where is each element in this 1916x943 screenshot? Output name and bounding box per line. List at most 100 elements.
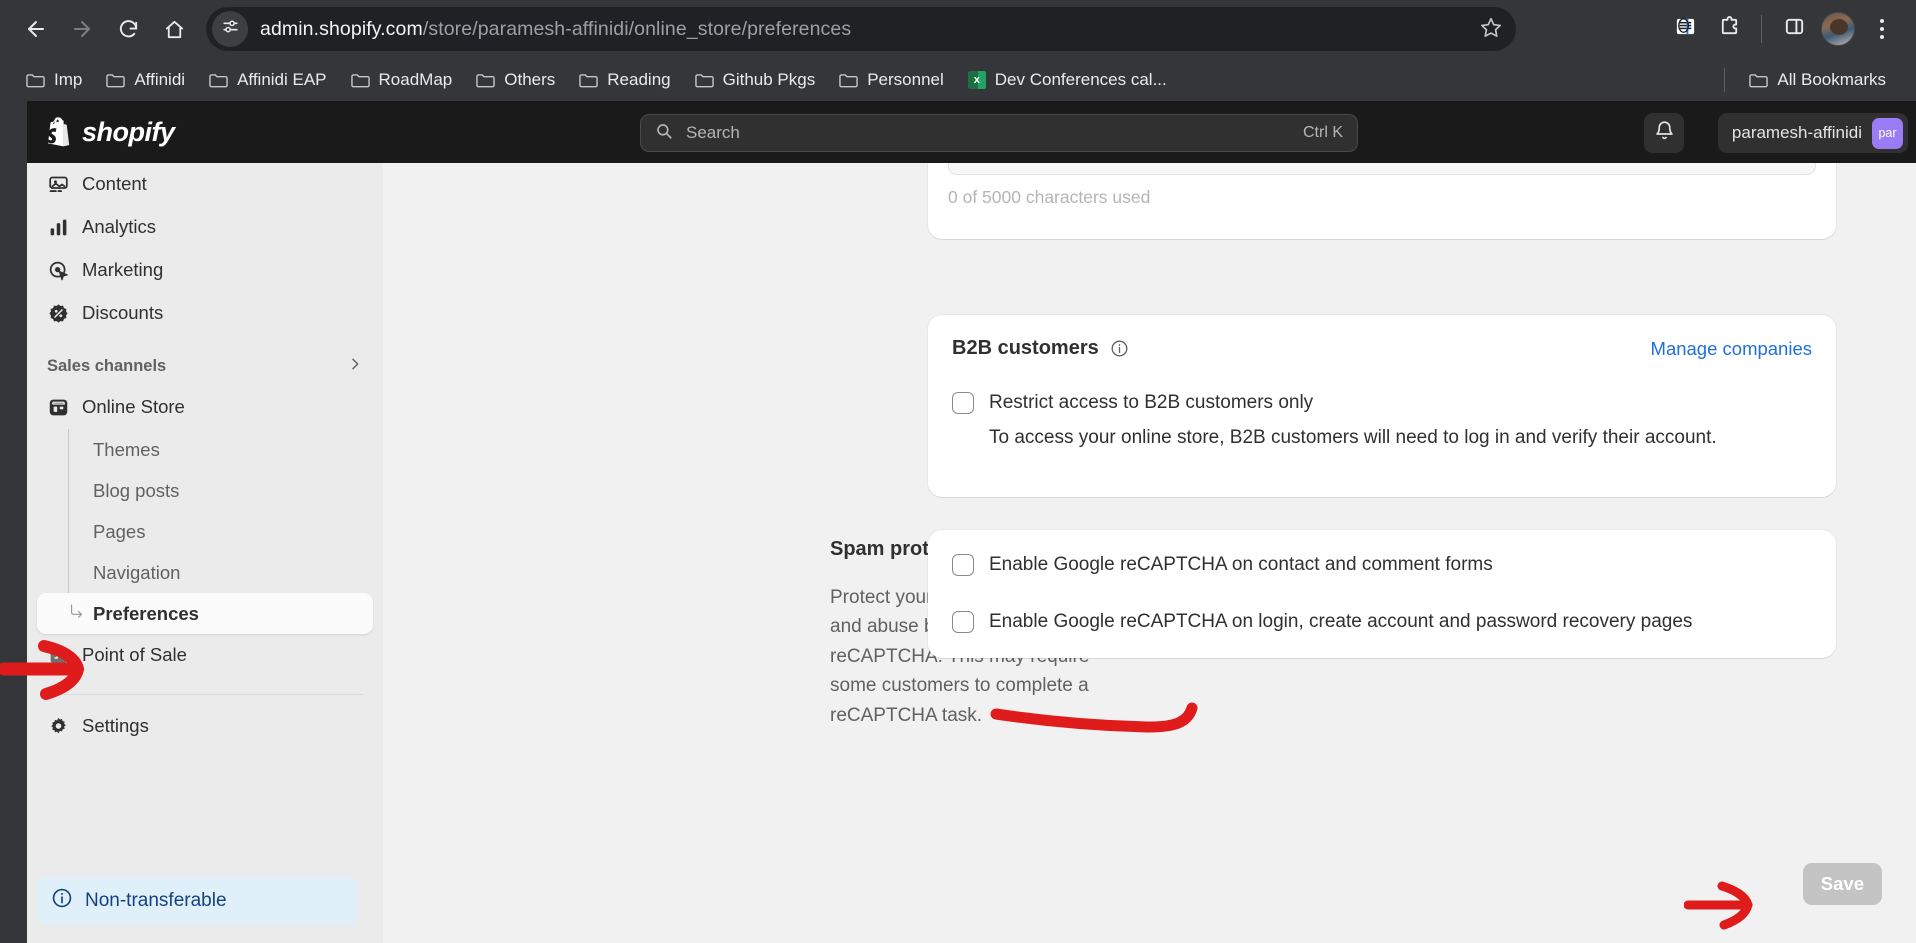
sidebar-item-label: Themes	[93, 438, 160, 460]
sidebar-item-themes[interactable]: Themes	[37, 429, 373, 470]
sidebar-item-label: Marketing	[82, 259, 164, 280]
sidebar-item-label: Pages	[93, 520, 146, 542]
arrow-left-icon	[24, 17, 48, 41]
bookmark-label: Affinidi EAP	[237, 69, 327, 89]
character-counter: 0 of 5000 characters used	[948, 187, 1151, 207]
forward-button[interactable]	[60, 7, 104, 51]
sidebar-item-pages[interactable]: Pages	[37, 511, 373, 552]
info-circle-icon[interactable]	[1110, 339, 1129, 358]
subnav-guide-line	[68, 429, 69, 616]
store-description-card: 0 of 5000 characters used	[928, 163, 1836, 239]
sidebar-item-label: Preferences	[93, 602, 199, 624]
address-bar[interactable]: admin.shopify.com/store/paramesh-affinid…	[206, 7, 1516, 51]
sidebar-section-label: Sales channels	[47, 356, 167, 375]
bookmarks-bar: Imp Affinidi Affinidi EAP RoadMap Others…	[0, 58, 1916, 101]
sidebar-item-discounts[interactable]: Discounts	[37, 292, 373, 334]
browser-toolbar: admin.shopify.com/store/paramesh-affinid…	[0, 0, 1916, 58]
sidebar-item-preferences[interactable]: Preferences	[37, 593, 373, 634]
sidebar-item-online-store[interactable]: Online Store	[37, 386, 373, 428]
site-settings-button[interactable]	[212, 11, 248, 47]
bookmark-label: Personnel	[867, 69, 944, 89]
bookmark-item[interactable]: Others	[466, 65, 565, 95]
sidebar-item-label: Point of Sale	[82, 644, 187, 665]
recaptcha-forms-row: Enable Google reCAPTCHA on contact and c…	[952, 552, 1812, 578]
folder-icon	[350, 72, 370, 88]
toolbar-right-group	[1665, 9, 1902, 49]
all-bookmarks-button[interactable]: All Bookmarks	[1739, 65, 1896, 95]
sidebar-item-marketing[interactable]: Marketing	[37, 249, 373, 291]
side-panel-button[interactable]	[1774, 9, 1814, 49]
spam-protection-card: Enable Google reCAPTCHA on contact and c…	[928, 530, 1836, 658]
search-placeholder: Search	[686, 123, 740, 142]
folder-icon	[26, 72, 45, 88]
kebab-menu-button[interactable]	[1862, 9, 1902, 49]
sidebar-item-label: Discounts	[82, 302, 164, 323]
folder-icon	[476, 72, 496, 88]
b2b-customers-card: B2B customers Manage companies Restrict …	[928, 315, 1836, 497]
profile-button[interactable]	[1818, 9, 1858, 49]
folder-icon	[694, 72, 714, 88]
side-panel-icon	[1783, 15, 1806, 43]
shopify-wordmark: shopify	[82, 116, 175, 147]
bookmark-item[interactable]: Affinidi	[96, 65, 195, 95]
status-badge[interactable]: Non-transferable	[37, 877, 357, 925]
reading-list-button[interactable]	[1665, 9, 1705, 49]
notifications-button[interactable]	[1644, 113, 1684, 153]
restrict-b2b-helper: To access your online store, B2B custome…	[989, 426, 1717, 448]
restrict-b2b-label: Restrict access to B2B customers only	[989, 392, 1314, 413]
sidebar-item-navigation[interactable]: Navigation	[37, 552, 373, 593]
description-textarea[interactable]	[948, 163, 1816, 175]
sidebar-section-sales-channels[interactable]: Sales channels	[37, 346, 373, 386]
url-domain: admin.shopify.com	[260, 17, 423, 40]
toolbar-divider	[1761, 15, 1762, 43]
search-icon	[655, 122, 673, 145]
sidebar-item-content[interactable]: Content	[37, 163, 373, 205]
sidebar-item-label: Online Store	[82, 396, 185, 417]
bookmarks-divider	[1724, 67, 1726, 92]
back-button[interactable]	[14, 7, 58, 51]
account-menu-button[interactable]: paramesh-affinidi par	[1717, 113, 1908, 153]
folder-icon	[579, 72, 599, 88]
extensions-button[interactable]	[1709, 9, 1749, 49]
save-button[interactable]: Save	[1802, 863, 1882, 905]
star-icon	[1480, 16, 1502, 43]
url-path: /store/paramesh-affinidi/online_store/pr…	[422, 17, 852, 40]
search-input[interactable]: Search Ctrl K	[640, 114, 1358, 152]
recaptcha-contact-forms-checkbox[interactable]	[952, 554, 974, 576]
bookmark-item[interactable]: Github Pkgs	[685, 65, 826, 95]
bookmark-label: Github Pkgs	[722, 69, 816, 89]
bookmark-label: Imp	[54, 69, 83, 89]
shopify-logo[interactable]: shopify	[43, 116, 175, 149]
recaptcha-login-checkbox[interactable]	[952, 610, 974, 633]
search-shortcut: Ctrl K	[1303, 124, 1343, 141]
bookmark-item[interactable]: Reading	[569, 65, 680, 95]
recaptcha-contact-forms-label: Enable Google reCAPTCHA on contact and c…	[989, 554, 1493, 575]
reload-button[interactable]	[106, 7, 150, 51]
folder-icon	[106, 72, 126, 88]
bookmark-label: Reading	[607, 69, 671, 89]
restrict-b2b-checkbox[interactable]	[952, 392, 974, 414]
sidebar-item-blog-posts[interactable]: Blog posts	[37, 470, 373, 511]
home-button[interactable]	[152, 7, 196, 51]
bookmark-item[interactable]: Personnel	[829, 65, 954, 95]
account-name: paramesh-affinidi	[1731, 123, 1862, 142]
status-badge-label: Non-transferable	[85, 890, 227, 911]
b2b-card-header: B2B customers Manage companies	[952, 337, 1812, 360]
sidebar-item-settings[interactable]: Settings	[37, 705, 373, 747]
bookmark-item[interactable]: Imp	[16, 65, 92, 95]
sidebar-item-point-of-sale[interactable]: Point of Sale	[37, 634, 373, 676]
bookmark-star-button[interactable]	[1474, 12, 1508, 46]
folder-icon	[209, 72, 228, 88]
info-circle-icon	[51, 887, 73, 915]
image-icon	[47, 173, 69, 195]
bookmark-item[interactable]: RoadMap	[341, 65, 463, 95]
reading-list-icon	[1674, 15, 1697, 43]
bookmark-item[interactable]: Affinidi EAP	[199, 65, 336, 95]
pos-bag-icon	[47, 644, 69, 666]
discount-tag-icon	[47, 302, 69, 324]
sidebar-subnav: Themes Blog posts Pages Navigation Prefe…	[37, 429, 373, 634]
manage-companies-link[interactable]: Manage companies	[1651, 338, 1812, 360]
page-viewport: shopify Search Ctrl K paramesh-affinidi …	[27, 101, 1916, 943]
bookmark-item[interactable]: x Dev Conferences cal...	[958, 65, 1177, 95]
sidebar-item-analytics[interactable]: Analytics	[37, 206, 373, 248]
